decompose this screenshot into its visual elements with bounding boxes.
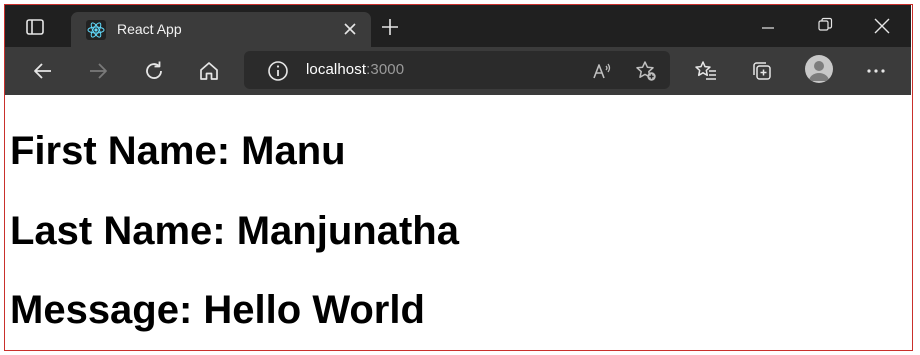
avatar-icon[interactable]	[805, 55, 833, 83]
url-text: localhost:3000	[306, 61, 404, 78]
browser-titlebar: React App	[5, 5, 911, 47]
last-name-heading: Last Name: Manjunatha	[10, 209, 459, 253]
restore-icon[interactable]	[817, 17, 833, 33]
tab-title: React App	[117, 21, 182, 37]
react-icon	[86, 20, 106, 40]
close-icon[interactable]	[342, 21, 358, 37]
message-heading: Message: Hello World	[10, 288, 425, 332]
close-window-icon[interactable]	[873, 17, 891, 35]
star-plus-icon[interactable]	[634, 59, 658, 83]
tab-actions-icon[interactable]	[24, 16, 46, 38]
plus-icon[interactable]	[380, 17, 400, 37]
browser-toolbar: localhost:3000	[5, 47, 911, 95]
url-host: localhost	[306, 61, 367, 78]
active-tab[interactable]: React App	[71, 12, 371, 47]
collections-icon[interactable]	[750, 59, 774, 83]
more-icon[interactable]	[864, 59, 888, 83]
favorites-icon[interactable]	[694, 59, 718, 83]
info-icon[interactable]	[266, 59, 290, 83]
minimize-icon[interactable]	[760, 20, 776, 36]
home-icon[interactable]	[197, 59, 221, 83]
read-aloud-icon[interactable]	[590, 59, 614, 83]
back-arrow-icon[interactable]	[31, 59, 55, 83]
refresh-icon[interactable]	[142, 59, 166, 83]
address-bar[interactable]: localhost:3000	[244, 51, 670, 89]
forward-arrow-icon[interactable]	[86, 59, 110, 83]
url-port: :3000	[366, 61, 405, 78]
first-name-heading: First Name: Manu	[10, 129, 346, 173]
